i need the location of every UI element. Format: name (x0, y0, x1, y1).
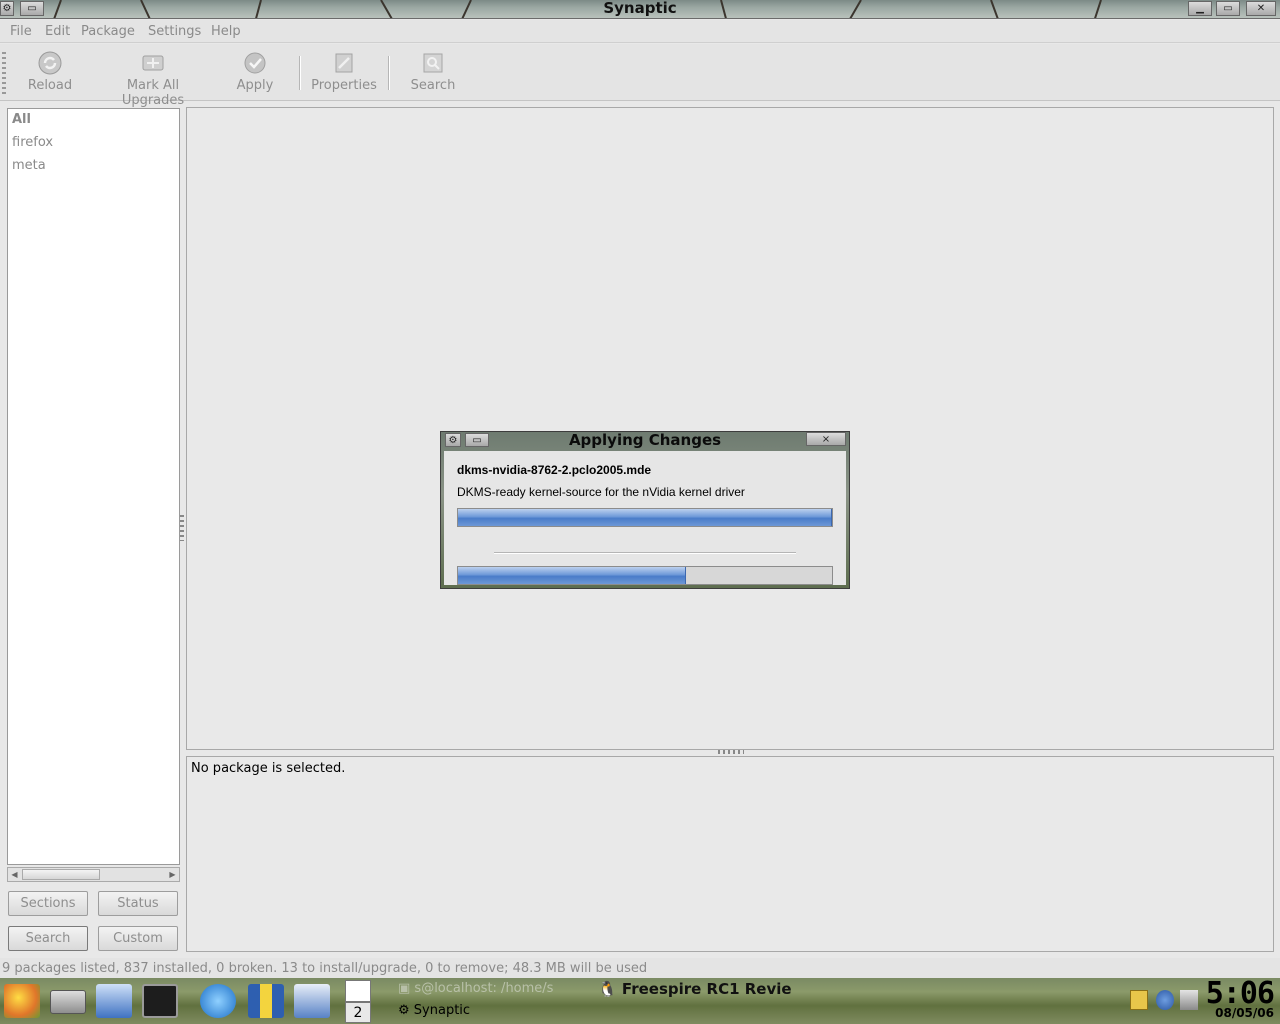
status-text: 9 packages listed, 837 installed, 0 brok… (2, 961, 648, 976)
package-progress-bar (457, 508, 833, 527)
minimize-button[interactable]: ▁ (1188, 1, 1212, 16)
properties-label: Properties (311, 78, 377, 93)
scroll-left-icon[interactable]: ◀ (8, 868, 21, 881)
close-button[interactable]: ✕ (1246, 1, 1276, 16)
task-synaptic-label: Synaptic (413, 1003, 471, 1018)
apply-label: Apply (236, 78, 274, 93)
filter-list: All firefox meta (7, 108, 180, 865)
file-manager-icon[interactable] (96, 984, 132, 1018)
menu-settings[interactable]: Settings (148, 24, 201, 39)
filter-list-hscrollbar[interactable]: ◀ ▶ (7, 867, 180, 882)
search-button[interactable]: Search (408, 50, 458, 93)
drive-icon[interactable] (50, 990, 86, 1014)
scroll-right-icon[interactable]: ▶ (166, 868, 179, 881)
toolbar-grip[interactable] (2, 52, 6, 96)
status-button[interactable]: Status (98, 891, 178, 916)
search-filter-button[interactable]: Search (8, 926, 88, 951)
toolbar-separator (388, 56, 390, 90)
task-browser[interactable]: 🐧 Freespire RC1 Revie (598, 980, 792, 998)
filter-item-all[interactable]: All (12, 112, 31, 127)
custom-button[interactable]: Custom (98, 926, 178, 951)
scroll-thumb[interactable] (22, 869, 100, 880)
reload-label: Reload (27, 78, 73, 93)
search-icon (423, 53, 443, 73)
sections-button[interactable]: Sections (8, 891, 88, 916)
status-bar: 9 packages listed, 837 installed, 0 brok… (0, 958, 1280, 978)
task-synaptic[interactable]: ⚙ Synaptic (398, 1003, 470, 1018)
apply-button[interactable]: Apply (234, 50, 276, 93)
klipper-tray-icon[interactable] (1130, 990, 1148, 1010)
menu-help[interactable]: Help (211, 24, 241, 39)
window-titlebar[interactable]: ⚙ ▭ Synaptic ▁ ▭ ✕ (0, 0, 1280, 19)
reload-icon (38, 51, 62, 75)
dialog-title: Applying Changes (568, 431, 722, 449)
sidebar-splitter[interactable] (180, 515, 184, 541)
reload-button[interactable]: Reload (26, 50, 74, 93)
filter-item-firefox[interactable]: firefox (12, 135, 53, 150)
dialog-separator (494, 552, 796, 554)
taskbar: 2 ▣ s@localhost: /home/s 🐧 Freespire RC1… (0, 978, 1280, 1024)
desktop-pager[interactable]: 2 (344, 978, 372, 1024)
apply-check-icon (244, 52, 266, 74)
overall-progress-bar (457, 566, 833, 585)
search-label: Search (410, 78, 456, 93)
pager-window-icon (345, 980, 371, 1002)
task-browser-label: Freespire RC1 Revie (621, 980, 792, 998)
menu-package[interactable]: Package (81, 24, 135, 39)
properties-icon (335, 53, 353, 73)
toolbar: Reload Mark All Upgrades Apply Propertie… (0, 44, 1280, 108)
dialog-body: dkms-nvidia-8762-2.pclo2005.mde DKMS-rea… (444, 451, 846, 585)
network-tray-icon[interactable] (1180, 990, 1198, 1010)
toolbar-separator (299, 56, 301, 90)
menu-edit[interactable]: Edit (45, 24, 70, 39)
dialog-close-button[interactable]: × (806, 432, 846, 446)
terminal-icon[interactable] (142, 984, 178, 1018)
package-list[interactable] (186, 107, 1274, 750)
package-progress-fill (458, 509, 832, 526)
start-menu-icon[interactable] (4, 984, 40, 1018)
mark-upgrades-icon (142, 55, 164, 71)
menu-bar: File Edit Package Settings Help (0, 20, 1280, 43)
maximize-button[interactable]: ▭ (1216, 1, 1240, 16)
mark-all-upgrades-label: Mark All Upgrades (121, 78, 185, 108)
task-terminal-label: s@localhost: /home/s (414, 981, 554, 996)
clock-date: 08/05/06 (1215, 1006, 1274, 1020)
software-installer-icon[interactable] (248, 984, 284, 1018)
menu-file[interactable]: File (10, 24, 32, 39)
description-text: No package is selected. (191, 761, 346, 776)
applying-changes-dialog: ⚙ ▭ Applying Changes × dkms-nvidia-8762-… (440, 431, 850, 589)
volume-tray-icon[interactable] (1156, 990, 1174, 1010)
web-browser-icon[interactable] (200, 984, 236, 1018)
filter-item-meta[interactable]: meta (12, 158, 46, 173)
pane-splitter[interactable] (718, 750, 744, 754)
package-description: DKMS-ready kernel-source for the nVidia … (457, 485, 745, 499)
pager-number: 2 (345, 1002, 371, 1023)
clock[interactable]: 5:06 08/05/06 (1206, 978, 1275, 1020)
description-pane: No package is selected. (186, 756, 1274, 952)
task-terminal[interactable]: ▣ s@localhost: /home/s (398, 981, 553, 996)
overall-progress-fill (458, 567, 687, 584)
mark-all-upgrades-button[interactable]: Mark All Upgrades (94, 50, 212, 108)
control-center-icon[interactable] (294, 984, 330, 1018)
package-name: dkms-nvidia-8762-2.pclo2005.mde (457, 463, 652, 477)
window-title: Synaptic (603, 0, 677, 17)
properties-button[interactable]: Properties (311, 50, 377, 93)
